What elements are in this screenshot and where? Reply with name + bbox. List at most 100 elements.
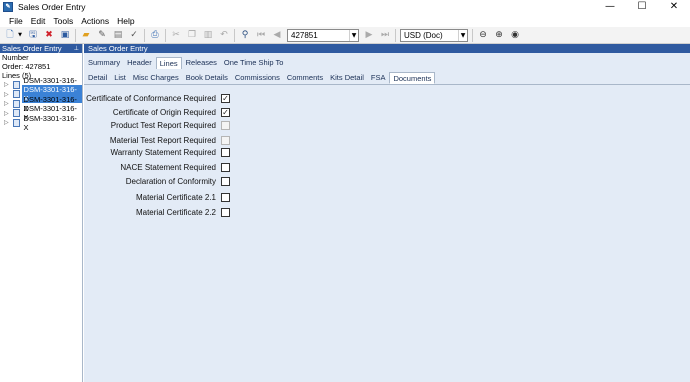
- order-number-combo[interactable]: 427851 ▼: [287, 28, 359, 42]
- document-requirement-row: Warranty Statement Required: [84, 148, 324, 158]
- paste-icon[interactable]: ▥: [202, 29, 214, 41]
- attach-icon[interactable]: ✎: [96, 29, 108, 41]
- minimize-button[interactable]: —: [594, 0, 626, 14]
- subtab-detail[interactable]: Detail: [85, 72, 110, 84]
- chevron-down-icon[interactable]: ▼: [349, 29, 358, 41]
- expand-icon[interactable]: ▷: [2, 100, 11, 107]
- approve-icon[interactable]: ✓: [128, 29, 140, 41]
- menu-bar: File Edit Tools Actions Help: [0, 15, 690, 27]
- close-button[interactable]: ✕: [658, 0, 690, 14]
- search-icon[interactable]: ⚲: [239, 29, 251, 41]
- window-title: Sales Order Entry: [18, 2, 86, 12]
- document-requirement-checkbox[interactable]: [221, 208, 230, 217]
- subtab-book-details[interactable]: Book Details: [183, 72, 231, 84]
- tab-releases[interactable]: Releases: [183, 57, 220, 69]
- left-panel-title: Sales Order Entry: [2, 44, 62, 53]
- delete-icon[interactable]: ✖: [43, 29, 55, 41]
- document-requirement-row: Material Certificate 2.2: [84, 208, 324, 218]
- document-requirement-label: Material Certificate 2.2: [135, 208, 216, 217]
- order-number-value: 427851: [291, 30, 318, 40]
- document-requirement-label: Certificate of Conformance Required: [86, 94, 216, 103]
- open-folder-icon[interactable]: ▰: [80, 29, 92, 41]
- document-requirement-row: Material Test Report Required: [84, 136, 324, 146]
- document-requirement-checkbox[interactable]: [221, 193, 230, 202]
- maximize-button[interactable]: ☐: [626, 0, 658, 14]
- document-icon: [12, 109, 20, 118]
- lines-tree: ▷DSM-3301-316-X▷DSM-3301-316-X▷DSM-3301-…: [0, 76, 82, 132]
- tree-item-line[interactable]: ▷ DSM-3301-316-X: [0, 114, 82, 132]
- subtab-fsa[interactable]: FSA: [368, 72, 389, 84]
- expand-icon[interactable]: ▷: [2, 91, 11, 98]
- main-tabs: Summary Header Lines Releases One Time Ship …: [84, 57, 286, 69]
- document-requirement-checkbox: [221, 136, 230, 145]
- chevron-down-icon[interactable]: ▼: [458, 29, 467, 41]
- expand-icon[interactable]: ▷: [2, 81, 11, 88]
- copy-icon[interactable]: ❐: [186, 29, 198, 41]
- window-controls: — ☐ ✕: [594, 0, 690, 14]
- subtab-documents[interactable]: Documents: [389, 72, 436, 84]
- last-record-icon[interactable]: ⏭: [379, 29, 391, 41]
- save-all-icon[interactable]: ▣: [59, 29, 71, 41]
- document-requirement-row: Product Test Report Required: [84, 121, 324, 131]
- currency-combo[interactable]: USD (Doc) ▼: [400, 28, 468, 42]
- toolbar-separator: [395, 28, 396, 42]
- tree-item-label: DSM-3301-316-X: [23, 113, 77, 132]
- currency-value: USD (Doc): [404, 30, 443, 40]
- cut-icon[interactable]: ✂: [170, 29, 182, 41]
- expand-icon[interactable]: ▷: [2, 119, 11, 126]
- documents-form: Certificate of Conformance Required ✓ Cert…: [84, 86, 690, 382]
- document-requirement-checkbox[interactable]: ✓: [221, 94, 230, 103]
- menu-file[interactable]: File: [9, 16, 23, 26]
- document-requirement-label: Material Test Report Required: [109, 136, 216, 145]
- save-icon[interactable]: 🖫: [27, 29, 39, 41]
- tab-one-time-ship-to[interactable]: One Time Ship To: [221, 57, 286, 69]
- menu-help[interactable]: Help: [117, 16, 134, 26]
- number-label: Number: [2, 53, 29, 62]
- pin-icon[interactable]: ⊥: [74, 44, 82, 53]
- document-requirement-checkbox: [221, 121, 230, 130]
- document-requirement-checkbox[interactable]: ✓: [221, 108, 230, 117]
- tab-summary[interactable]: Summary: [85, 57, 123, 69]
- next-record-icon[interactable]: ▶: [363, 29, 375, 41]
- title-bar: ✎ Sales Order Entry — ☐ ✕: [0, 0, 690, 14]
- subtab-misc-charges[interactable]: Misc Charges: [130, 72, 182, 84]
- document-requirement-row: Certificate of Origin Required ✓: [84, 108, 324, 118]
- undo-icon[interactable]: ↶: [218, 29, 230, 41]
- document-requirement-checkbox[interactable]: [221, 148, 230, 157]
- toolbar-separator: [144, 28, 145, 42]
- document-requirement-checkbox[interactable]: [221, 163, 230, 172]
- tab-header[interactable]: Header: [124, 57, 155, 69]
- menu-actions[interactable]: Actions: [81, 16, 109, 26]
- first-record-icon[interactable]: ⏮: [255, 29, 267, 41]
- subtab-comments[interactable]: Comments: [284, 72, 326, 84]
- clipboard-icon[interactable]: ▤: [112, 29, 124, 41]
- document-requirement-row: Material Certificate 2.1: [84, 193, 324, 203]
- dropdown-arrow-icon[interactable]: ▼: [17, 29, 23, 41]
- toolbar-separator: [75, 28, 76, 42]
- stop-icon[interactable]: ◉: [509, 29, 521, 41]
- tab-lines[interactable]: Lines: [155, 57, 182, 69]
- detail-panel: Sales Order Entry Summary Header Lines Rele…: [84, 44, 690, 382]
- toolbar: 🗋 ▼ 🖫 ✖ ▣ ▰ ✎ ▤ ✓ ⎙ ✂ ❐ ▥ ↶ ⚲ ⏮ ◀ 427851…: [0, 27, 690, 44]
- toolbar-separator: [472, 28, 473, 42]
- document-icon: [12, 90, 20, 99]
- new-document-icon[interactable]: 🗋: [4, 29, 16, 41]
- forward-icon[interactable]: ⊕: [493, 29, 505, 41]
- subtab-kits-detail[interactable]: Kits Detail: [327, 72, 367, 84]
- document-requirement-checkbox[interactable]: [221, 177, 230, 186]
- menu-edit[interactable]: Edit: [31, 16, 46, 26]
- previous-record-icon[interactable]: ◀: [271, 29, 283, 41]
- right-panel-header: Sales Order Entry: [84, 44, 690, 53]
- document-requirement-row: Declaration of Conformity: [84, 177, 324, 187]
- print-icon[interactable]: ⎙: [149, 29, 161, 41]
- menu-tools[interactable]: Tools: [53, 16, 73, 26]
- back-icon[interactable]: ⊖: [477, 29, 489, 41]
- line-subtabs: Detail List Misc Charges Book Details Commis…: [84, 72, 690, 85]
- subtab-list[interactable]: List: [111, 72, 129, 84]
- subtab-commissions[interactable]: Commissions: [232, 72, 283, 84]
- document-icon: [12, 118, 20, 127]
- expand-icon[interactable]: ▷: [2, 110, 11, 117]
- document-requirement-label: Material Certificate 2.1: [135, 193, 216, 202]
- document-requirement-row: NACE Statement Required: [84, 163, 324, 173]
- order-label[interactable]: Order: 427851: [0, 62, 82, 71]
